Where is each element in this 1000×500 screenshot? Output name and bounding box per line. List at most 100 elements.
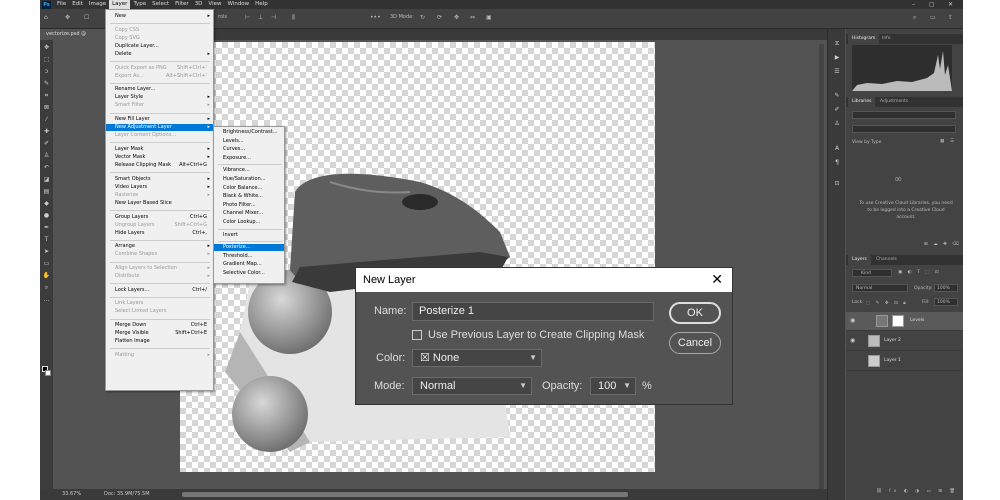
paragraph-panel-icon[interactable]: ¶ [832,158,842,167]
align-right-icon[interactable]: ⊣ [271,14,276,21]
menu-item-lock-layers[interactable]: Lock Layers... Ctrl+/ [106,287,213,294]
adjustment-item-color-lookup[interactable]: Color Lookup... [214,219,284,226]
adjustment-item-exposure[interactable]: Exposure... [214,155,284,162]
more-tools-icon[interactable]: … [42,296,51,304]
menu-item-layer-style[interactable]: Layer Style ▸ [106,94,213,101]
menu-window[interactable]: Window [224,0,252,9]
menu-item-combine-shapes[interactable]: Combine Shapes ▸ [106,251,213,258]
search-icon[interactable]: ⌕ [913,14,916,22]
dialog-close-icon[interactable]: ✕ [711,268,723,292]
blend-mode-select[interactable]: Normal [852,284,908,292]
tab-channels[interactable]: Channels [872,255,901,265]
adjustment-item-posterize[interactable]: Posterize... [214,244,284,252]
adjustment-item-brightness-contrast[interactable]: Brightness/Contrast... [214,129,284,136]
actions-panel-icon[interactable]: ▶ [832,53,842,62]
layer-row-layer1[interactable]: Layer 1 [846,352,963,371]
menu-layer[interactable]: Layer [109,0,131,9]
clone-source-icon[interactable]: ♙ [832,119,842,128]
adjustment-item-photo-filter[interactable]: Photo Filter... [214,202,284,209]
menu-item-copy-css[interactable]: Copy CSS [106,27,213,34]
fill-input[interactable]: 100% [934,298,958,306]
tab-adjustments[interactable]: Adjustments [876,97,912,107]
auto-select-checkbox[interactable]: ☐ [84,14,89,21]
menu-edit[interactable]: Edit [69,0,86,9]
history-panel-icon[interactable]: ⧖ [832,39,842,48]
pen-tool-icon[interactable]: ✒ [42,224,51,232]
home-icon[interactable]: ⌂ [44,14,48,21]
brush-tool-icon[interactable]: ✐ [42,140,51,148]
tab-libraries[interactable]: Libraries [848,97,876,107]
menu-help[interactable]: Help [252,0,271,9]
menu-item-arrange[interactable]: Arrange ▸ [106,243,213,250]
lasso-tool-icon[interactable]: ↄ [42,68,51,76]
adjustment-item-curves[interactable]: Curves... [214,146,284,153]
menu-item-quick-export-as-png[interactable]: Quick Export as PNG Shift+Ctrl+' [106,65,213,72]
distribute-icon[interactable]: ⫼ [292,14,295,22]
3d-panel-icon[interactable]: ⊡ [832,179,842,188]
share-icon[interactable]: ⇪ [948,14,953,21]
adjustment-item-gradient-map[interactable]: Gradient Map... [214,261,284,268]
more-options-icon[interactable]: ••• [370,14,381,21]
align-left-icon[interactable]: ⊢ [245,14,250,21]
close-window-icon[interactable]: ✕ [948,0,953,9]
frame-tool-icon[interactable]: ⊠ [42,104,51,112]
mode-select[interactable]: Normal ▼ [412,377,532,395]
brush-settings-icon[interactable]: ✎ [832,91,842,100]
menu-item-distribute[interactable]: Distribute ▸ [106,273,213,280]
horizontal-scrollbar[interactable] [182,492,628,497]
menu-item-ungroup-layers[interactable]: Ungroup Layers Shift+Ctrl+G [106,222,213,229]
layer-row-layer2[interactable]: ◉ Layer 2 [846,332,963,351]
menu-item-smart-filter[interactable]: Smart Filter ▸ [106,102,213,109]
menu-type[interactable]: Type [130,0,149,9]
align-center-icon[interactable]: ⊥ [258,14,263,21]
menu-item-merge-down[interactable]: Merge Down Ctrl+E [106,322,213,329]
pan-3d-icon[interactable]: ✥ [454,14,459,21]
menu-item-copy-svg[interactable]: Copy SVG [106,35,213,42]
path-selection-tool-icon[interactable]: ➤ [42,248,51,256]
brushes-panel-icon[interactable]: ✐ [832,105,842,114]
eraser-tool-icon[interactable]: ◪ [42,176,51,184]
menu-item-new-adjustment-layer[interactable]: New Adjustment Layer ▸ [106,124,213,132]
clipping-mask-checkbox[interactable] [412,330,422,340]
menu-item-link-layers[interactable]: Link Layers [106,300,213,307]
adjustment-item-threshold[interactable]: Threshold... [214,253,284,260]
maximize-icon[interactable]: ▢ [929,0,935,9]
menu-select[interactable]: Select [149,0,172,9]
visibility-eye-icon[interactable]: ◉ [850,337,855,344]
view-by-type-dropdown[interactable]: View by Type [852,140,881,145]
adjustment-item-black-white[interactable]: Black & White... [214,193,284,200]
scale-3d-icon[interactable]: ▣ [486,14,492,21]
background-color-swatch[interactable] [45,370,51,376]
adjustment-item-vibrance[interactable]: Vibrance... [214,167,284,174]
slide-3d-icon[interactable]: ⇔ [470,14,475,21]
adjustment-item-levels[interactable]: Levels... [214,138,284,145]
menu-item-flatten-image[interactable]: Flatten Image [106,338,213,345]
menu-item-hide-layers[interactable]: Hide Layers Ctrl+, [106,230,213,237]
workspace-icon[interactable]: ▭ [930,14,936,21]
layers-footer-icons[interactable]: ⛓ fx ◐ ◑ ▭ ⊞ 🗑︎ [876,489,958,494]
menu-item-smart-objects[interactable]: Smart Objects ▸ [106,176,213,183]
zoom-tool-icon[interactable]: ⌕ [42,284,51,292]
menu-file[interactable]: File [54,0,69,9]
color-select[interactable]: ☒ None ▼ [412,349,542,367]
layer-name-input[interactable]: Posterize 1 [412,302,654,321]
document-tab[interactable]: vectorize.psd @ [40,29,108,40]
adjustment-item-invert[interactable]: Invert [214,232,284,239]
adjustment-item-channel-mixer[interactable]: Channel Mixer... [214,210,284,217]
quick-select-tool-icon[interactable]: ✎ [42,80,51,88]
menu-item-align-layers-to-selection[interactable]: Align Layers to Selection ▸ [106,265,213,272]
adjustment-item-color-balance[interactable]: Color Balance... [214,185,284,192]
menu-view[interactable]: View [205,0,224,9]
menu-item-export-as[interactable]: Export As... Alt+Shift+Ctrl+' [106,73,213,80]
library-search-input[interactable] [852,125,956,133]
adjustment-item-selective-color[interactable]: Selective Color... [214,270,284,277]
layer-row-levels[interactable]: ◉ Levels [846,312,963,331]
roll-3d-icon[interactable]: ⟳ [437,14,442,21]
vertical-scrollbar[interactable] [819,44,824,489]
gradient-tool-icon[interactable]: ▤ [42,188,51,196]
orbit-3d-icon[interactable]: ↻ [420,14,425,21]
menu-item-delete[interactable]: Delete ▸ [106,51,213,58]
crop-tool-icon[interactable]: ⌗ [42,92,51,100]
tab-info[interactable]: Info [878,34,895,44]
character-panel-icon[interactable]: A [832,144,842,153]
